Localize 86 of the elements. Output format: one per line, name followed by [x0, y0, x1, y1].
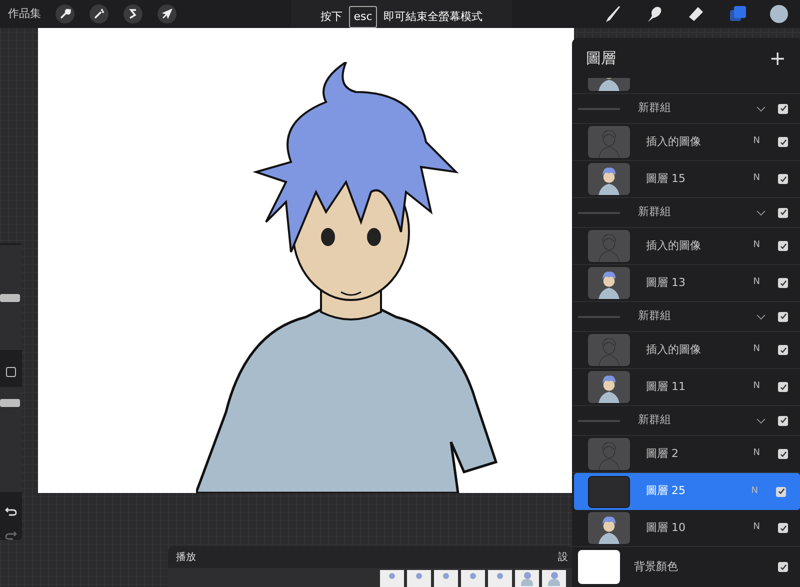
chevron-down-icon[interactable] [756, 314, 766, 320]
sketch-thumbnail [588, 438, 630, 470]
visibility-checkbox[interactable] [778, 312, 788, 322]
blend-mode-label[interactable]: N [753, 135, 760, 149]
layer-name: 背景顏色 [634, 558, 678, 575]
sketch-thumbnail [588, 126, 630, 158]
layer-name: 插入的圖像 [646, 238, 701, 254]
frame-thumbnail[interactable] [488, 570, 512, 587]
hint-text: 按下 [320, 8, 343, 25]
blend-mode-label[interactable]: N [753, 343, 760, 357]
layer-row[interactable]: 圖層 11 N [572, 369, 800, 406]
layer-name: 插入的圖像 [646, 134, 701, 150]
visibility-checkbox[interactable] [778, 208, 788, 218]
visibility-checkbox[interactable] [778, 449, 788, 459]
character-thumbnail [588, 371, 630, 403]
frame-thumbnail[interactable] [515, 570, 539, 587]
arrow-cursor-icon[interactable] [157, 4, 177, 24]
layer-row[interactable]: 插入的圖像 N [572, 332, 800, 369]
undo-icon[interactable] [5, 506, 17, 516]
brush-size-slider[interactable] [0, 245, 22, 350]
settings-label[interactable]: 設 [558, 550, 568, 564]
selected-layer-row[interactable]: 圖層 25 N [574, 473, 800, 510]
layer-row[interactable]: 插入的圖像 N [572, 228, 800, 265]
chevron-down-icon[interactable] [756, 418, 766, 424]
layer-name: 圖層 15 [646, 170, 686, 187]
layer-row[interactable]: 圖層 10 N [572, 510, 800, 547]
eraser-icon[interactable] [686, 4, 706, 24]
sketch-thumbnail [588, 230, 630, 262]
sketch-thumbnail [588, 334, 630, 366]
frame-thumbnail[interactable] [380, 570, 404, 587]
layer-name: 圖層 10 [646, 520, 686, 536]
gallery-link[interactable]: 作品集 [8, 6, 41, 22]
frame-thumbnail[interactable] [461, 570, 485, 587]
blend-mode-label[interactable]: N [753, 239, 760, 253]
blend-mode-label[interactable]: N [753, 447, 760, 461]
layer-name: 圖層 11 [646, 378, 686, 395]
wrench-icon[interactable] [55, 4, 75, 24]
modify-square-button[interactable] [6, 367, 16, 377]
group-name: 新群組 [638, 412, 671, 428]
character-thumbnail [588, 163, 630, 195]
layer-name: 圖層 25 [646, 483, 686, 500]
blend-mode-label[interactable]: N [753, 380, 760, 394]
layers-icon[interactable] [728, 4, 748, 24]
frame-thumbnail[interactable] [542, 570, 566, 587]
visibility-checkbox[interactable] [778, 382, 788, 392]
visibility-checkbox[interactable] [778, 562, 788, 572]
visibility-checkbox[interactable] [778, 104, 788, 114]
s-curve-icon[interactable] [123, 4, 143, 24]
add-layer-button[interactable]: + [769, 43, 786, 73]
playback-label[interactable]: 播放 [176, 550, 196, 564]
layer-name: 圖層 2 [646, 446, 678, 462]
frame-thumbnail[interactable] [434, 570, 458, 587]
slider-thumb[interactable] [0, 398, 20, 407]
hint-text: 即可結束全螢幕模式 [383, 8, 482, 25]
visibility-checkbox[interactable] [778, 345, 788, 355]
layer-row[interactable]: 圖層 13 N [572, 265, 800, 302]
layer-name: 插入的圖像 [646, 342, 701, 358]
magic-wand-icon[interactable] [89, 4, 109, 24]
layer-thumbnail [588, 476, 630, 508]
character-thumbnail [588, 512, 630, 544]
visibility-checkbox[interactable] [776, 486, 786, 496]
visibility-checkbox[interactable] [778, 241, 788, 251]
visibility-checkbox[interactable] [778, 174, 788, 184]
visibility-checkbox[interactable] [778, 523, 788, 533]
redo-icon[interactable] [5, 530, 17, 540]
opacity-slider[interactable] [0, 387, 22, 492]
blend-mode-label[interactable]: N [753, 276, 760, 290]
visibility-checkbox[interactable] [778, 137, 788, 147]
color-swatch[interactable] [770, 5, 788, 23]
group-name: 新群組 [638, 308, 671, 324]
group-name: 新群組 [638, 204, 671, 220]
panel-title: 圖層 [586, 48, 616, 69]
layer-row[interactable]: 插入的圖像 N [572, 124, 800, 161]
chevron-down-icon[interactable] [756, 210, 766, 216]
group-name: 新群組 [638, 100, 671, 116]
blend-mode-label[interactable]: N [753, 521, 760, 535]
visibility-checkbox[interactable] [778, 416, 788, 426]
visibility-checkbox[interactable] [778, 278, 788, 288]
chevron-down-icon[interactable] [756, 106, 766, 112]
layer-row[interactable]: 圖層 15 N [572, 161, 800, 198]
frame-thumbnail[interactable] [407, 570, 431, 587]
layer-thumbnail [578, 550, 620, 584]
layer-name: 圖層 13 [646, 274, 686, 291]
blend-mode-label[interactable]: N [753, 172, 760, 186]
character-thumbnail [588, 267, 630, 299]
slider-thumb[interactable] [0, 294, 20, 302]
